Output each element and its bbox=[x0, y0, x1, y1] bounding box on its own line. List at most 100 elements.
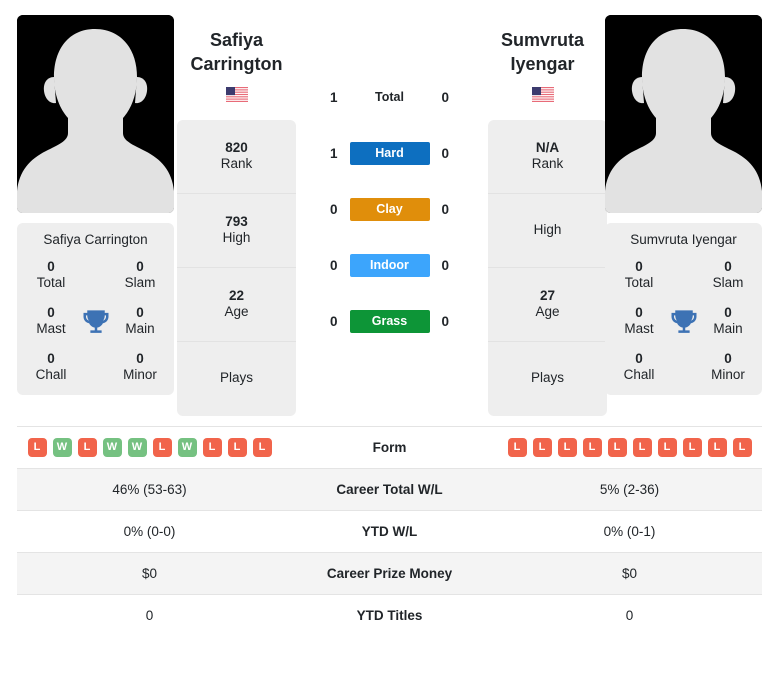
form-badge-loss[interactable]: L bbox=[682, 437, 702, 457]
left-player-name-column: Safiya Carrington 820 Rank 793 High 22 A… bbox=[174, 15, 299, 416]
form-badge-loss[interactable]: L bbox=[632, 437, 652, 457]
left-rank-cell: 820 Rank bbox=[177, 120, 296, 194]
left-player-name[interactable]: Safiya Carrington bbox=[174, 29, 299, 77]
left-career-prize-money-value: $0 bbox=[141, 565, 158, 581]
right-player-rank-card: N/A Rank High 27 Age Plays bbox=[488, 119, 607, 416]
form-badge-win[interactable]: W bbox=[102, 437, 122, 457]
form-badge-loss[interactable]: L bbox=[607, 437, 627, 457]
left-titles-mast: 0 Mast bbox=[36, 304, 66, 336]
left-age-cell: 22 Age bbox=[177, 268, 296, 342]
right-rank-cell: N/A Rank bbox=[488, 120, 607, 194]
left-player-name-line1: Safiya bbox=[209, 30, 264, 50]
h2h-left-count-grass: 0 bbox=[329, 313, 338, 329]
titles-row-total-slam: 0 Total 0 Slam bbox=[611, 259, 756, 291]
form-badge-loss[interactable]: L bbox=[557, 437, 577, 457]
right-career-prize-money-value: $0 bbox=[621, 565, 638, 581]
form-badge-win[interactable]: W bbox=[52, 437, 72, 457]
right-ytd-titles-value: 0 bbox=[625, 607, 634, 623]
form-badge-loss[interactable]: L bbox=[507, 437, 527, 457]
right-titles-chall: 0 Chall bbox=[623, 350, 655, 382]
form-badge-win[interactable]: W bbox=[177, 437, 197, 457]
h2h-left-count-indoor: 0 bbox=[329, 257, 338, 273]
right-titles-mast: 0 Mast bbox=[624, 304, 654, 336]
right-titles-card-name: Sumvruta Iyengar bbox=[630, 232, 737, 247]
table-row: 0% (0-0) YTD W/L 0% (0-1) bbox=[17, 510, 762, 552]
form-badge-loss[interactable]: L bbox=[227, 437, 247, 457]
form-badge-loss[interactable]: L bbox=[657, 437, 677, 457]
right-titles-main: 0 Main bbox=[713, 304, 743, 336]
h2h-left-count-hard: 1 bbox=[329, 145, 338, 161]
right-titles-minor: 0 Minor bbox=[711, 350, 745, 382]
right-form-badges: LLLLLLLLLL bbox=[497, 437, 762, 457]
form-badge-loss[interactable]: L bbox=[532, 437, 552, 457]
right-high-cell: High bbox=[488, 194, 607, 268]
right-plays-cell: Plays bbox=[530, 370, 564, 386]
h2h-right-count-indoor: 0 bbox=[441, 257, 450, 273]
form-badge-loss[interactable]: L bbox=[77, 437, 97, 457]
form-badge-loss[interactable]: L bbox=[582, 437, 602, 457]
left-form-cell: LWLWWLWLLL bbox=[17, 426, 282, 468]
trophy-icon bbox=[669, 306, 699, 336]
form-badge-loss[interactable]: L bbox=[27, 437, 47, 457]
right-age-cell: 27 Age bbox=[488, 268, 607, 342]
right-player-titles-card: Sumvruta Iyengar 0 Total 0 Slam 0 Mast 0… bbox=[605, 223, 762, 395]
right-form-cell: LLLLLLLLLL bbox=[497, 426, 762, 468]
h2h-rows: 1 Total 0 1 Hard 0 0 Clay 0 0 Indoor 0 0 Grass 0 bbox=[299, 69, 480, 349]
h2h-right-count-total: 0 bbox=[441, 89, 450, 105]
h2h-right-count-grass: 0 bbox=[441, 313, 450, 329]
left-titles-slam: 0 Slam bbox=[124, 259, 156, 290]
left-player-photo[interactable] bbox=[17, 15, 174, 213]
stat-label-career-prize-money: Career Prize Money bbox=[326, 565, 453, 581]
trophy-icon bbox=[81, 306, 111, 336]
left-titles-chall: 0 Chall bbox=[35, 350, 67, 382]
surface-badge-hard[interactable]: Hard bbox=[349, 141, 430, 165]
player-silhouette-icon bbox=[605, 15, 762, 213]
surface-badge-clay[interactable]: Clay bbox=[349, 197, 430, 221]
surface-badge-grass[interactable]: Grass bbox=[349, 309, 430, 333]
h2h-left-count-total: 1 bbox=[329, 89, 338, 105]
left-titles-card-name: Safiya Carrington bbox=[43, 232, 148, 247]
form-badge-win[interactable]: W bbox=[127, 437, 147, 457]
form-badge-loss[interactable]: L bbox=[152, 437, 172, 457]
right-player-name-line1: Sumvruta bbox=[500, 30, 585, 50]
table-row: 0 YTD Titles 0 bbox=[17, 594, 762, 636]
left-career-total-wl-value: 46% (53-63) bbox=[112, 481, 187, 497]
right-player-name[interactable]: Sumvruta Iyengar bbox=[480, 29, 605, 77]
right-player-avatar-column: Sumvruta Iyengar 0 Total 0 Slam 0 Mast 0… bbox=[605, 15, 762, 395]
comparison-header: Safiya Carrington 0 Total 0 Slam 0 Mast … bbox=[0, 0, 779, 416]
left-titles-minor: 0 Minor bbox=[123, 350, 157, 382]
h2h-right-count-clay: 0 bbox=[441, 201, 450, 217]
h2h-left-count-clay: 0 bbox=[329, 201, 338, 217]
h2h-row-clay: 0 Clay 0 bbox=[299, 181, 480, 237]
right-player-photo[interactable] bbox=[605, 15, 762, 213]
h2h-row-grass: 0 Grass 0 bbox=[299, 293, 480, 349]
right-player-name-column: Sumvruta Iyengar N/A Rank High 27 Age Pl… bbox=[480, 15, 607, 416]
titles-row-chall-minor: 0 Chall 0 Minor bbox=[23, 351, 168, 383]
table-row: $0 Career Prize Money $0 bbox=[17, 552, 762, 594]
titles-row-total-slam: 0 Total 0 Slam bbox=[23, 259, 168, 291]
left-form-badges: LWLWWLWLLL bbox=[17, 437, 282, 457]
form-badge-loss[interactable]: L bbox=[732, 437, 752, 457]
stat-label-ytd-wl: YTD W/L bbox=[361, 523, 418, 539]
left-titles-main: 0 Main bbox=[125, 304, 155, 336]
right-titles-grid: 0 Total 0 Slam 0 Mast 0 Main 0 Chall 0 M… bbox=[611, 259, 756, 383]
left-ytd-titles-value: 0 bbox=[145, 607, 154, 623]
left-player-flag-icon bbox=[174, 85, 299, 104]
left-titles-grid: 0 Total 0 Slam 0 Mast 0 Main 0 Chall 0 M… bbox=[23, 259, 168, 383]
form-badge-loss[interactable]: L bbox=[202, 437, 222, 457]
left-player-rank-card: 820 Rank 793 High 22 Age Plays bbox=[177, 119, 296, 416]
form-badge-loss[interactable]: L bbox=[252, 437, 272, 457]
us-flag-icon bbox=[531, 86, 554, 102]
left-plays-cell: Plays bbox=[219, 370, 253, 386]
titles-row-chall-minor: 0 Chall 0 Minor bbox=[611, 351, 756, 383]
right-titles-slam: 0 Slam bbox=[712, 259, 744, 290]
left-titles-total: 0 Total bbox=[36, 259, 66, 290]
left-player-avatar-column: Safiya Carrington 0 Total 0 Slam 0 Mast … bbox=[17, 15, 174, 395]
left-player-titles-card: Safiya Carrington 0 Total 0 Slam 0 Mast … bbox=[17, 223, 174, 395]
player-stats-table: L W L W W L W L L L Form L L L L L L L L L L 46% (53-63) Caree… bbox=[17, 426, 762, 636]
surface-badge-total[interactable]: Total bbox=[350, 86, 430, 109]
surface-badge-indoor[interactable]: Indoor bbox=[349, 253, 430, 277]
form-badge-loss[interactable]: L bbox=[707, 437, 727, 457]
left-player-name-line2: Carrington bbox=[190, 53, 283, 74]
right-career-total-wl-value: 5% (2-36) bbox=[599, 481, 660, 497]
